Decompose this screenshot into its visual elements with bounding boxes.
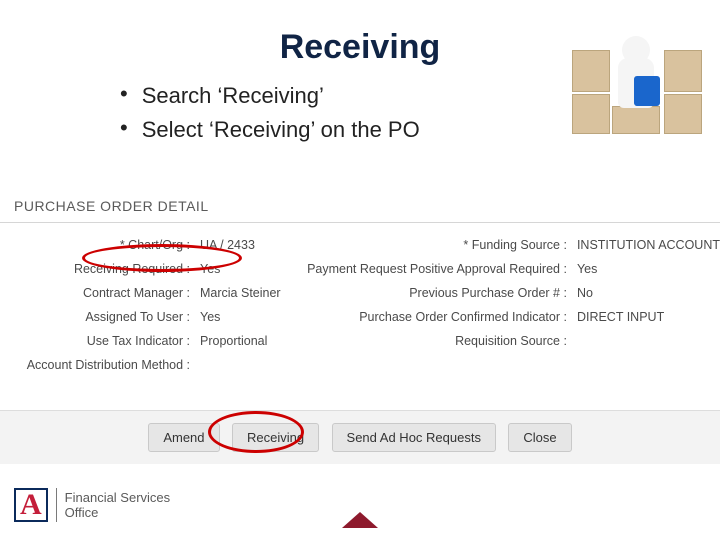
field-label: Requisition Source : — [297, 329, 567, 353]
field-value: Yes — [200, 257, 281, 281]
field-label: Payment Request Positive Approval Requir… — [297, 257, 567, 281]
bullet-icon: • — [120, 115, 128, 141]
footer-office-name: Financial Services Office — [65, 490, 171, 520]
boxes-figure-illustration — [572, 18, 702, 138]
field-label: Assigned To User : — [0, 305, 190, 329]
receiving-button[interactable]: Receiving — [232, 423, 319, 452]
amend-button[interactable]: Amend — [148, 423, 219, 452]
footer-line1: Financial Services — [65, 490, 171, 505]
field-value: No — [577, 281, 720, 305]
detail-left-column: * Chart/Org : Receiving Required : Contr… — [0, 233, 297, 377]
field-value: Yes — [577, 257, 720, 281]
field-label: Receiving Required : — [0, 257, 190, 281]
field-label: Account Distribution Method : — [0, 353, 190, 377]
field-label: * Funding Source : — [297, 233, 567, 257]
field-value: Marcia Steiner — [200, 281, 281, 305]
field-label: Contract Manager : — [0, 281, 190, 305]
detail-right-column: * Funding Source : Payment Request Posit… — [297, 233, 720, 377]
send-adhoc-button[interactable]: Send Ad Hoc Requests — [332, 423, 496, 452]
field-label: Use Tax Indicator : — [0, 329, 190, 353]
field-value: Yes — [200, 305, 281, 329]
field-label: Purchase Order Confirmed Indicator : — [297, 305, 567, 329]
bullet-text: Select ‘Receiving’ on the PO — [142, 115, 420, 145]
action-bar: Amend Receiving Send Ad Hoc Requests Clo… — [0, 410, 720, 464]
purchase-order-detail-panel: PURCHASE ORDER DETAIL * Chart/Org : Rece… — [0, 192, 720, 395]
field-label: * Chart/Org : — [0, 233, 190, 257]
field-label: Previous Purchase Order # : — [297, 281, 567, 305]
panel-heading: PURCHASE ORDER DETAIL — [0, 192, 720, 222]
triangle-accent-icon — [342, 512, 378, 528]
field-value: Proportional — [200, 329, 281, 353]
field-value: UA / 2433 — [200, 233, 281, 257]
bullet-icon: • — [120, 81, 128, 107]
bullet-text: Search ‘Receiving’ — [142, 81, 324, 111]
field-value: DIRECT INPUT — [577, 305, 720, 329]
footer-line2: Office — [65, 505, 171, 520]
divider — [56, 488, 57, 522]
footer-logo: A Financial Services Office — [14, 488, 170, 522]
close-button[interactable]: Close — [508, 423, 571, 452]
field-value: INSTITUTION ACCOUNT — [577, 233, 720, 257]
ua-logo-icon: A — [14, 488, 48, 522]
